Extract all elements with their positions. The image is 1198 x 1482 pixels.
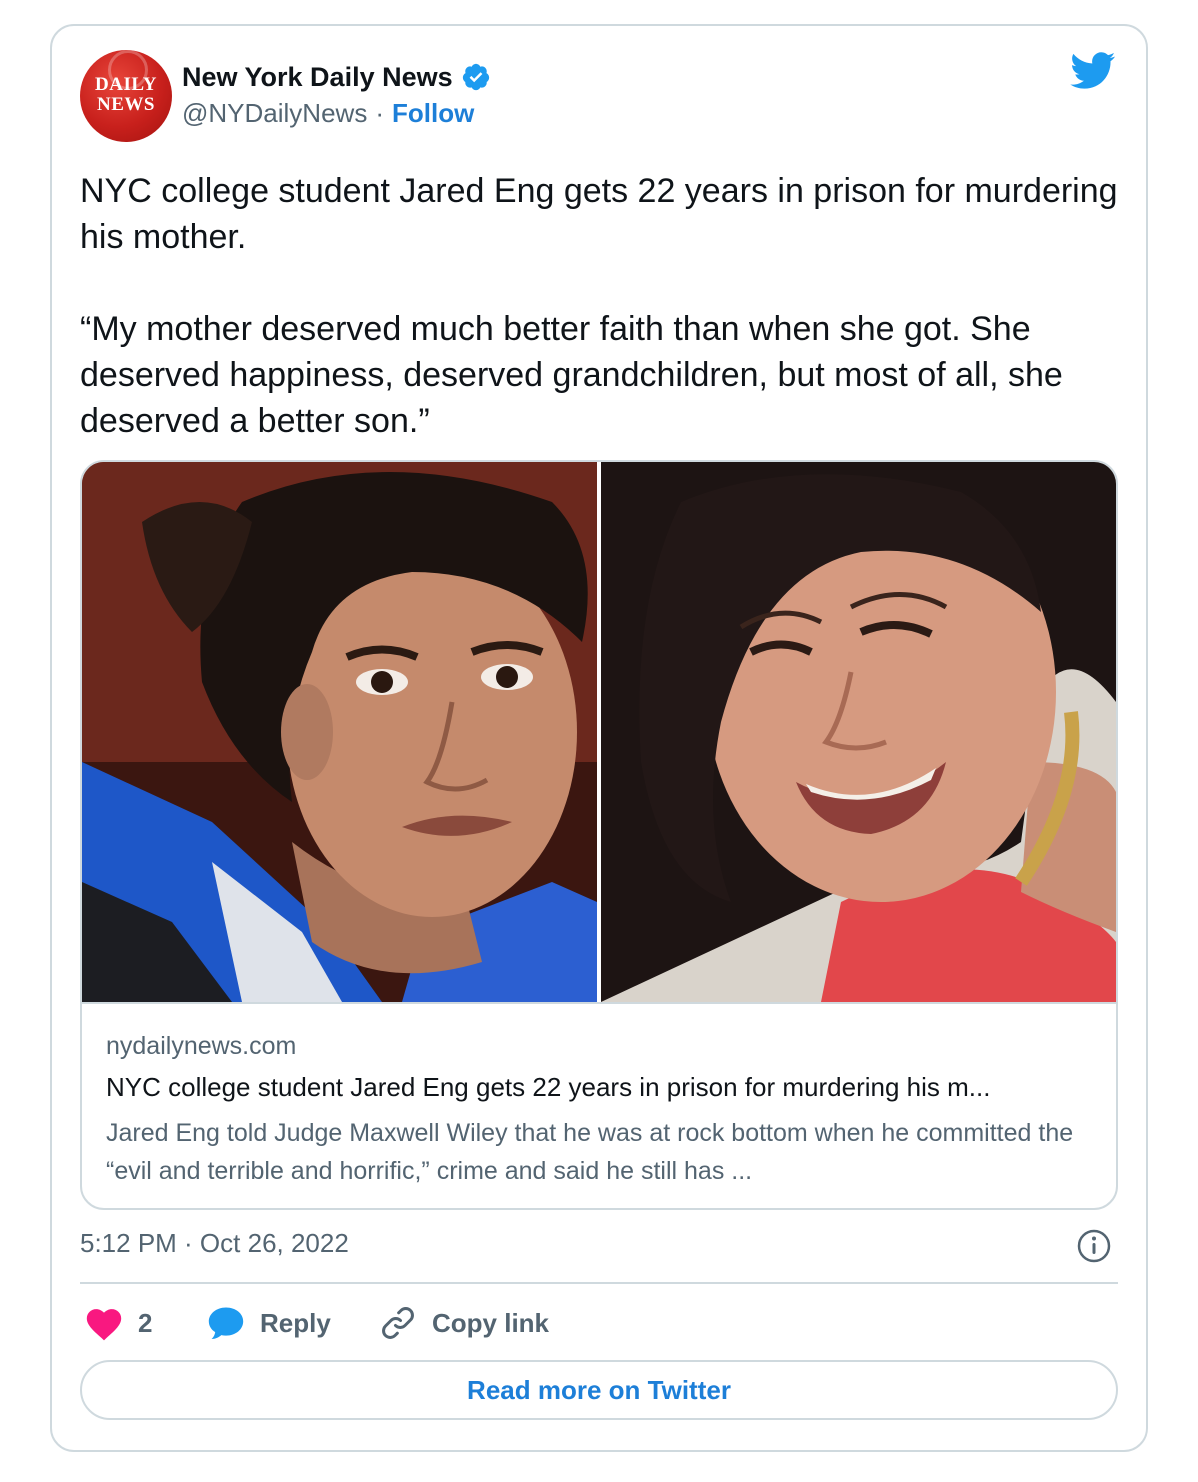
tweet-timestamp[interactable]: 5:12 PM · Oct 26, 2022	[80, 1228, 349, 1259]
like-count: 2	[138, 1307, 153, 1338]
heart-icon	[86, 1309, 122, 1341]
photo-smiling-woman[interactable]	[601, 462, 1116, 1002]
photo-young-man[interactable]	[82, 462, 597, 1002]
info-icon[interactable]	[1076, 1228, 1112, 1264]
avatar-logo-line-1: DAILY	[95, 74, 157, 95]
verified-badge-icon	[462, 63, 489, 91]
tweet-text: NYC college student Jared Eng gets 22 ye…	[80, 168, 1120, 444]
link-card-description: Jared Eng told Judge Maxwell Wiley that …	[106, 1119, 1074, 1185]
copy-link-label: Copy link	[432, 1307, 550, 1338]
follow-link[interactable]: Follow	[392, 98, 474, 129]
account-name-row: New York Daily News	[182, 60, 491, 94]
speech-bubble-icon	[208, 1307, 244, 1340]
like-button[interactable]: 2	[84, 1300, 152, 1346]
reply-button[interactable]: Reply	[206, 1300, 331, 1346]
link-card-domain: nydailynews.com	[106, 1032, 297, 1060]
account-avatar[interactable]: DAILY NEWS	[80, 50, 172, 142]
handle-separator: ·	[375, 98, 384, 128]
read-more-label: Read more on Twitter	[467, 1374, 731, 1405]
photo-young-man-illustration	[82, 462, 597, 1002]
twitter-bird-icon[interactable]	[1070, 52, 1116, 90]
read-more-button[interactable]: Read more on Twitter	[80, 1360, 1118, 1420]
account-handle-row: @NYDailyNews · Follow	[182, 98, 474, 129]
link-preview-card[interactable]: nydailynews.com NYC college student Jare…	[80, 460, 1118, 1210]
avatar-logo-line-2: NEWS	[97, 94, 155, 115]
photo-smiling-woman-illustration	[601, 462, 1116, 1002]
action-divider	[80, 1282, 1118, 1284]
reply-label: Reply	[260, 1307, 331, 1338]
account-handle[interactable]: @NYDailyNews	[182, 98, 367, 129]
link-card-title: NYC college student Jared Eng gets 22 ye…	[106, 1072, 991, 1102]
account-name[interactable]: New York Daily News	[182, 62, 453, 93]
link-icon	[382, 1307, 414, 1339]
link-preview-images[interactable]	[82, 462, 1116, 1004]
tweet-paragraph-1: NYC college student Jared Eng gets 22 ye…	[80, 172, 1118, 256]
copy-link-button[interactable]: Copy link	[378, 1300, 549, 1346]
tweet-paragraph-2: “My mother deserved much better faith th…	[80, 310, 1063, 440]
